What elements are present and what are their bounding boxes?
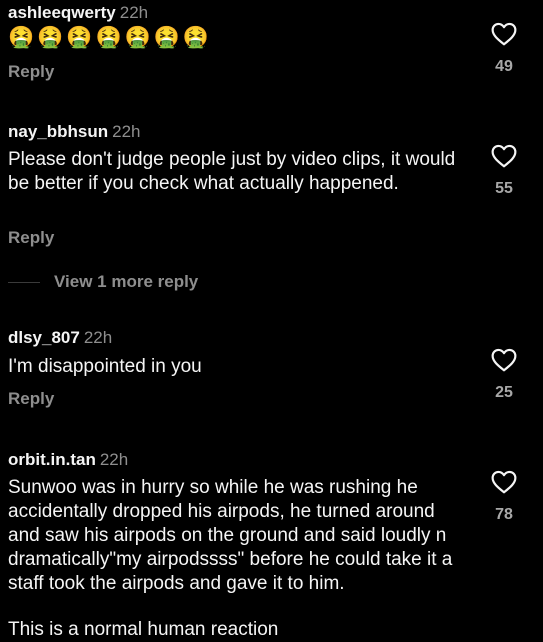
comment-timestamp: 22h: [119, 3, 149, 22]
comment-timestamp: 22h: [99, 450, 129, 469]
comment-text: Sunwoo was in hurry so while he was rush…: [8, 477, 453, 594]
like-control: 55: [484, 144, 524, 198]
comment-text: I'm disappointed in you: [8, 356, 202, 377]
like-count: 49: [495, 58, 513, 75]
comment-item: orbit.in.tan 22h Sunwoo was in hurry so w…: [0, 448, 543, 640]
comment-text: Please don't judge people just by video …: [8, 149, 456, 194]
comment-header: orbit.in.tan 22h: [8, 450, 128, 470]
like-control: 78: [484, 470, 524, 524]
comments-screen: { "colors": { "background": "#000000", "…: [0, 0, 543, 640]
view-more-replies[interactable]: View 1 more reply: [8, 272, 198, 292]
comment-username[interactable]: orbit.in.tan: [8, 450, 96, 469]
like-control: 49: [484, 22, 524, 76]
comment-header: dlsy_807 22h: [8, 328, 112, 348]
reply-button[interactable]: Reply: [8, 228, 54, 248]
heart-outline-icon[interactable]: [491, 348, 517, 372]
like-count: 25: [495, 384, 513, 401]
comment-item: ashleeqwerty 22h 🤮🤮🤮🤮🤮🤮🤮 Reply 49: [0, 0, 543, 100]
heart-outline-icon[interactable]: [491, 470, 517, 494]
view-more-replies-label[interactable]: View 1 more reply: [54, 272, 198, 292]
comment-username[interactable]: dlsy_807: [8, 328, 80, 347]
heart-outline-icon[interactable]: [491, 144, 517, 168]
comment-header: ashleeqwerty 22h: [8, 3, 148, 23]
heart-outline-icon[interactable]: [491, 22, 517, 46]
like-control: 25: [484, 348, 524, 402]
comment-username[interactable]: ashleeqwerty: [8, 3, 116, 22]
comment-text-continued: This is a normal human reaction: [8, 619, 279, 640]
comment-timestamp: 22h: [83, 328, 113, 347]
comment-timestamp: 22h: [112, 122, 141, 141]
comment-item: dlsy_807 22h I'm disappointed in you Repl…: [0, 326, 543, 426]
face-vomiting-emoji-row: 🤮🤮🤮🤮🤮🤮🤮: [8, 25, 213, 49]
like-count: 55: [495, 180, 513, 197]
like-count: 78: [495, 506, 513, 523]
comment-header: nay_bbhsun 22h: [8, 122, 141, 142]
comment-username[interactable]: nay_bbhsun: [8, 122, 108, 141]
thread-divider: [8, 281, 40, 283]
reply-button[interactable]: Reply: [8, 389, 54, 409]
reply-button[interactable]: Reply: [8, 62, 54, 82]
